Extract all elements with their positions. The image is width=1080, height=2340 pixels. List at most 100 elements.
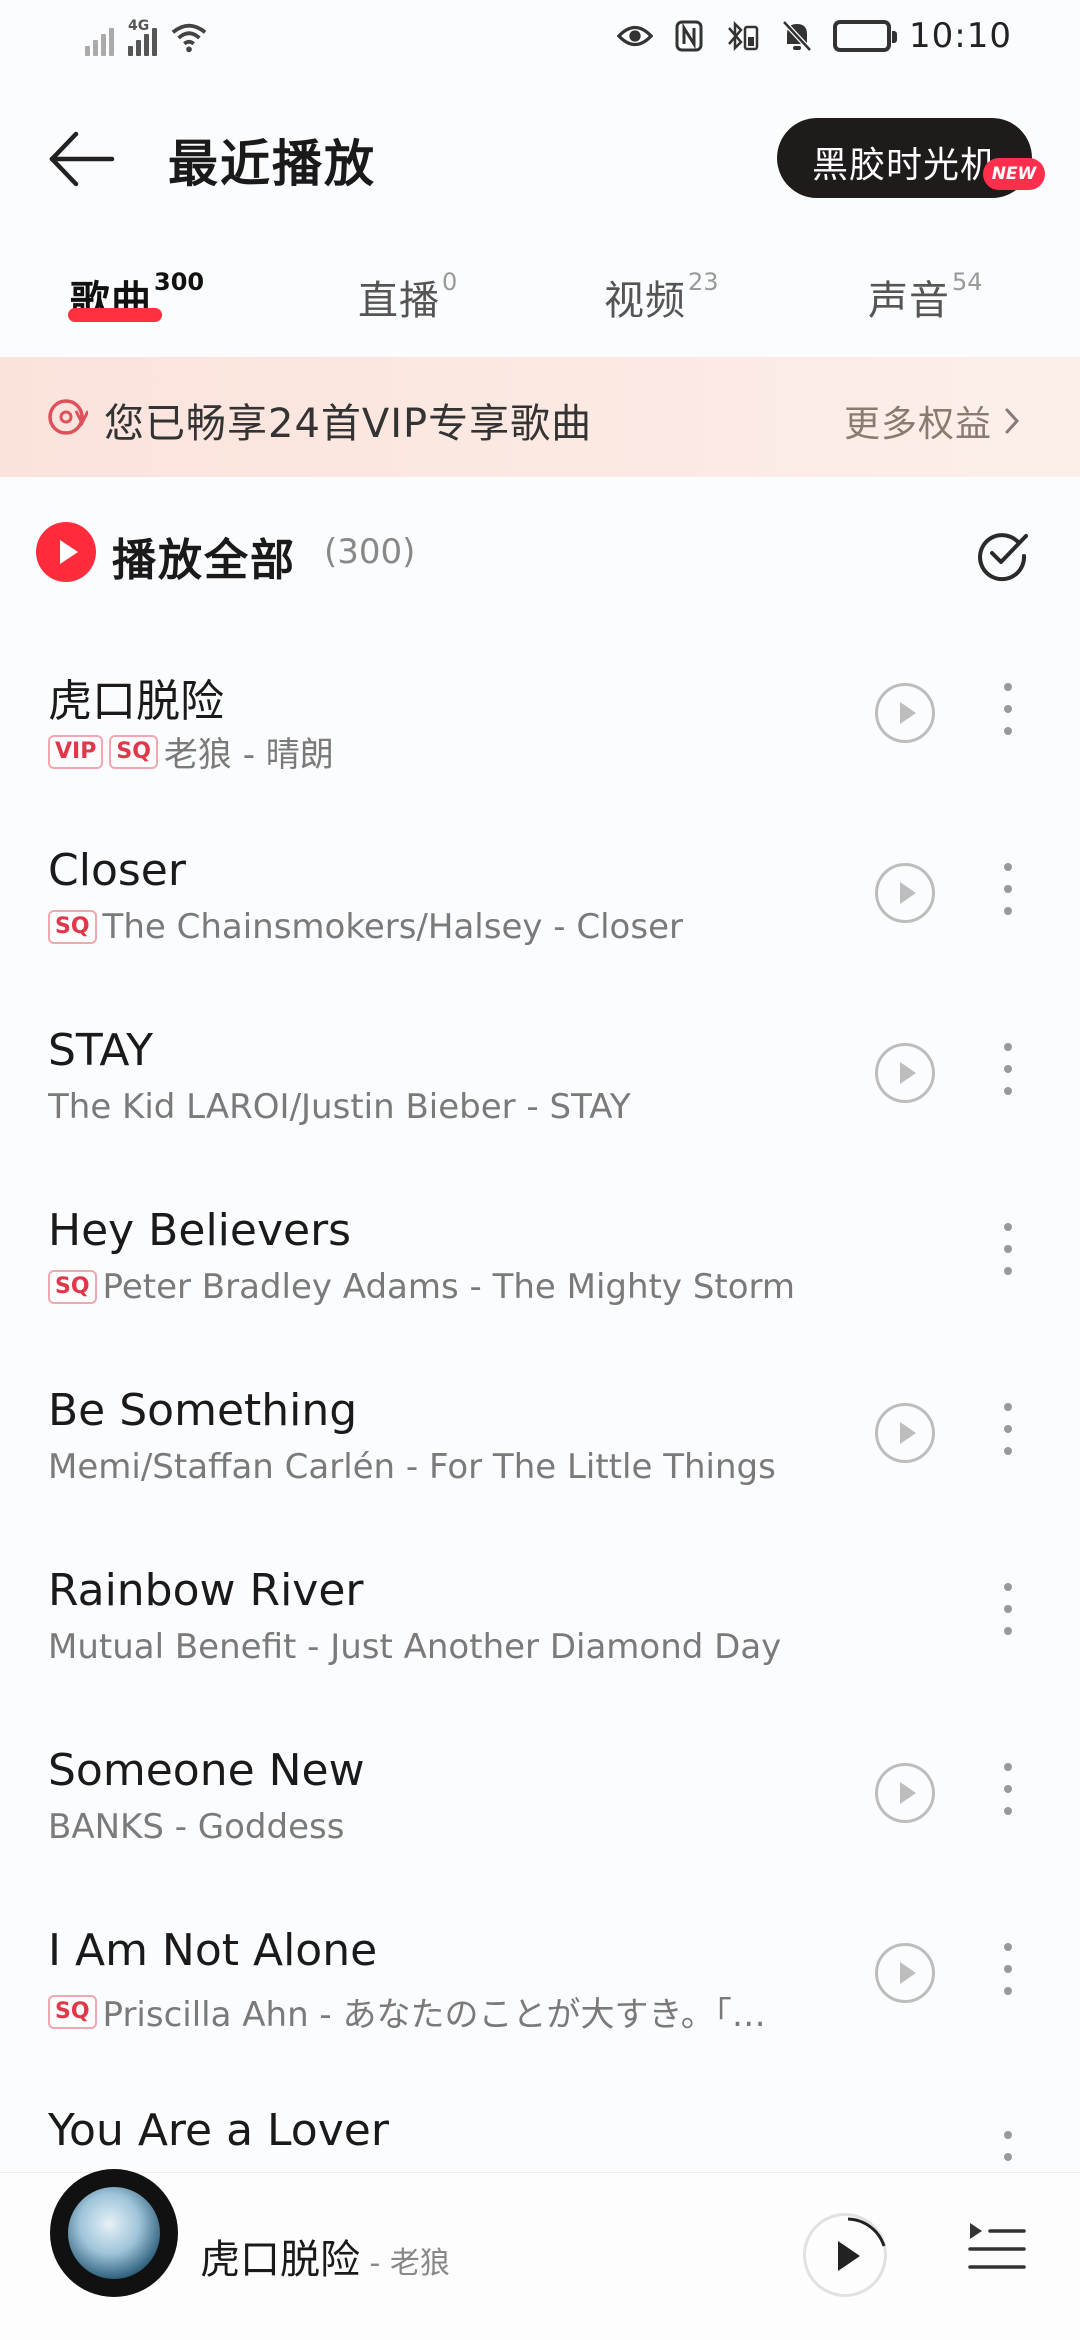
play-all-row[interactable]: 播放全部 (300) (0, 510, 1080, 600)
song-title: 虎口脱险 (48, 676, 224, 727)
mini-player[interactable]: 虎口脱险 - 老狼 (0, 2169, 1080, 2340)
more-options-icon[interactable] (993, 1939, 1023, 1999)
tab-bar: 歌曲 300 直播 0 视频 23 声音 54 (0, 258, 1080, 338)
active-tab-indicator (68, 308, 162, 322)
tab-video[interactable]: 视频 23 (604, 268, 719, 326)
now-playing-artist: - 老狼 (360, 2246, 450, 2281)
song-artist-album: BANKS - Goddess (48, 1807, 345, 1847)
recent-plays-screen: 4G 10:10 最近播放 黑胶时光机 NEW 歌曲 300 直播 0 视频 2… (0, 0, 1080, 2340)
page-title: 最近播放 (168, 135, 376, 193)
arrow-left-icon (49, 131, 115, 187)
more-options-icon[interactable] (993, 1579, 1023, 1639)
song-row[interactable]: Hey Believers SQ Peter Bradley Adams - T… (0, 1205, 1080, 1385)
more-options-icon[interactable] (993, 1219, 1023, 1279)
song-subtitle-row: Memi/Staffan Carlén - For The Little Thi… (48, 1447, 776, 1487)
tab-label: 直播 (358, 278, 440, 324)
mv-play-icon[interactable] (875, 1943, 935, 2003)
song-title: You Are a Lover (48, 2105, 389, 2156)
clock: 10:10 (909, 16, 1012, 56)
song-title: Be Something (48, 1385, 358, 1436)
chevron-right-icon (1005, 408, 1020, 434)
song-title: I Am Not Alone (48, 1925, 378, 1976)
song-artist-album: 老狼 - 晴朗 (163, 735, 334, 775)
song-artist-album: Mutual Benefit - Just Another Diamond Da… (48, 1627, 782, 1667)
tab-count: 300 (154, 268, 205, 296)
wifi-icon (171, 20, 207, 56)
tab-live[interactable]: 直播 0 (358, 268, 457, 326)
battery-icon (833, 20, 898, 52)
mv-play-icon[interactable] (875, 1763, 935, 1823)
vip-badge: VIP (48, 734, 104, 769)
mv-play-icon[interactable] (875, 1043, 935, 1103)
song-row[interactable]: Someone New BANKS - Goddess (0, 1745, 1080, 1925)
playlist-icon[interactable] (966, 2217, 1026, 2277)
tab-count: 23 (688, 268, 719, 296)
song-subtitle-row: The Kid LAROI/Justin Bieber - STAY (48, 1087, 631, 1127)
mute-bell-icon (779, 18, 815, 54)
more-benefits-label: 更多权益 (843, 404, 992, 445)
sq-badge: SQ (48, 1994, 97, 2029)
song-row[interactable]: Closer SQ The Chainsmokers/Halsey - Clos… (0, 845, 1080, 1025)
song-title: Rainbow River (48, 1565, 364, 1616)
album-art (68, 2187, 160, 2279)
song-row[interactable]: 虎口脱险 VIP SQ 老狼 - 晴朗 (0, 665, 1080, 845)
more-options-icon[interactable] (993, 679, 1023, 739)
song-row[interactable]: STAY The Kid LAROI/Justin Bieber - STAY (0, 1025, 1080, 1205)
vinyl-time-machine-button[interactable]: 黑胶时光机 NEW (777, 118, 1045, 198)
eye-icon (617, 18, 654, 54)
more-options-icon[interactable] (993, 2127, 1023, 2172)
more-benefits-link[interactable]: 更多权益 (844, 395, 1020, 447)
song-artist-album: The Kid LAROI/Justin Bieber - STAY (48, 1087, 631, 1127)
play-all-label: 播放全部 (112, 535, 296, 586)
progress-ring-icon (847, 2217, 886, 2247)
song-subtitle-row: VIP SQ 老狼 - 晴朗 (48, 727, 334, 776)
now-playing-title-row: 虎口脱险 - 老狼 (200, 2227, 450, 2285)
network-type-label: 4G (128, 18, 150, 34)
tab-count: 0 (442, 268, 458, 296)
status-icons: 10:10 (617, 16, 1012, 56)
play-pause-button[interactable] (803, 2213, 887, 2297)
signal-bars-sim2-icon: 4G (128, 18, 157, 56)
sq-badge: SQ (48, 910, 97, 944)
tab-label: 声音 (868, 278, 950, 324)
song-subtitle-row: SQ Peter Bradley Adams - The Mighty Stor… (48, 1267, 795, 1307)
song-artist-album: The Chainsmokers/Halsey - Closer (102, 907, 683, 947)
vinyl-button-label: 黑胶时光机 (812, 145, 998, 186)
header: 最近播放 黑胶时光机 NEW (0, 100, 1080, 220)
song-artist-album: Peter Bradley Adams - The Mighty Storm (102, 1267, 796, 1307)
play-circle-icon (36, 522, 96, 582)
vip-banner-text: 您已畅享24首VIP专享歌曲 (104, 401, 593, 447)
back-button[interactable] (46, 126, 118, 192)
mv-play-icon[interactable] (875, 1403, 935, 1463)
tab-audio[interactable]: 声音 54 (868, 268, 983, 326)
multi-select-check-icon[interactable] (974, 526, 1030, 582)
signal-bars-sim1-icon (85, 22, 114, 56)
vip-banner[interactable]: 您已畅享24首VIP专享歌曲 更多权益 (0, 357, 1080, 477)
play-all-count: (300) (324, 532, 416, 572)
more-options-icon[interactable] (993, 859, 1023, 919)
more-options-icon[interactable] (993, 1039, 1023, 1099)
song-subtitle-row: BANKS - Goddess (48, 1807, 344, 1847)
song-artist-album: Priscilla Ahn - あなたのことが大すき。「… (102, 1995, 766, 2035)
song-row[interactable]: Rainbow River Mutual Benefit - Just Anot… (0, 1565, 1080, 1745)
status-bar: 4G 10:10 (0, 0, 1080, 80)
vinyl-disc-icon (48, 399, 88, 435)
tab-count: 54 (952, 268, 983, 296)
song-subtitle-row: Mutual Benefit - Just Another Diamond Da… (48, 1627, 781, 1667)
mv-play-icon[interactable] (875, 863, 935, 923)
new-badge: NEW (983, 158, 1045, 190)
more-options-icon[interactable] (993, 1399, 1023, 1459)
more-options-icon[interactable] (993, 1759, 1023, 1819)
now-playing-title: 虎口脱险 (200, 2237, 360, 2283)
song-row[interactable]: I Am Not Alone SQ Priscilla Ahn - あなたのこと… (0, 1925, 1080, 2105)
song-row[interactable]: You Are a Lover (0, 2105, 1080, 2172)
mv-play-icon[interactable] (875, 683, 935, 743)
song-subtitle-row: SQ The Chainsmokers/Halsey - Closer (48, 907, 683, 947)
sq-badge: SQ (48, 1270, 97, 1304)
song-row[interactable]: Be Something Memi/Staffan Carlén - For T… (0, 1385, 1080, 1565)
signal-group: 4G (85, 18, 207, 56)
song-subtitle-row: SQ Priscilla Ahn - あなたのことが大すき。「… (48, 1987, 766, 2036)
tab-label: 视频 (604, 278, 686, 324)
bluetooth-battery-icon (725, 18, 761, 54)
album-disc[interactable] (50, 2169, 178, 2297)
